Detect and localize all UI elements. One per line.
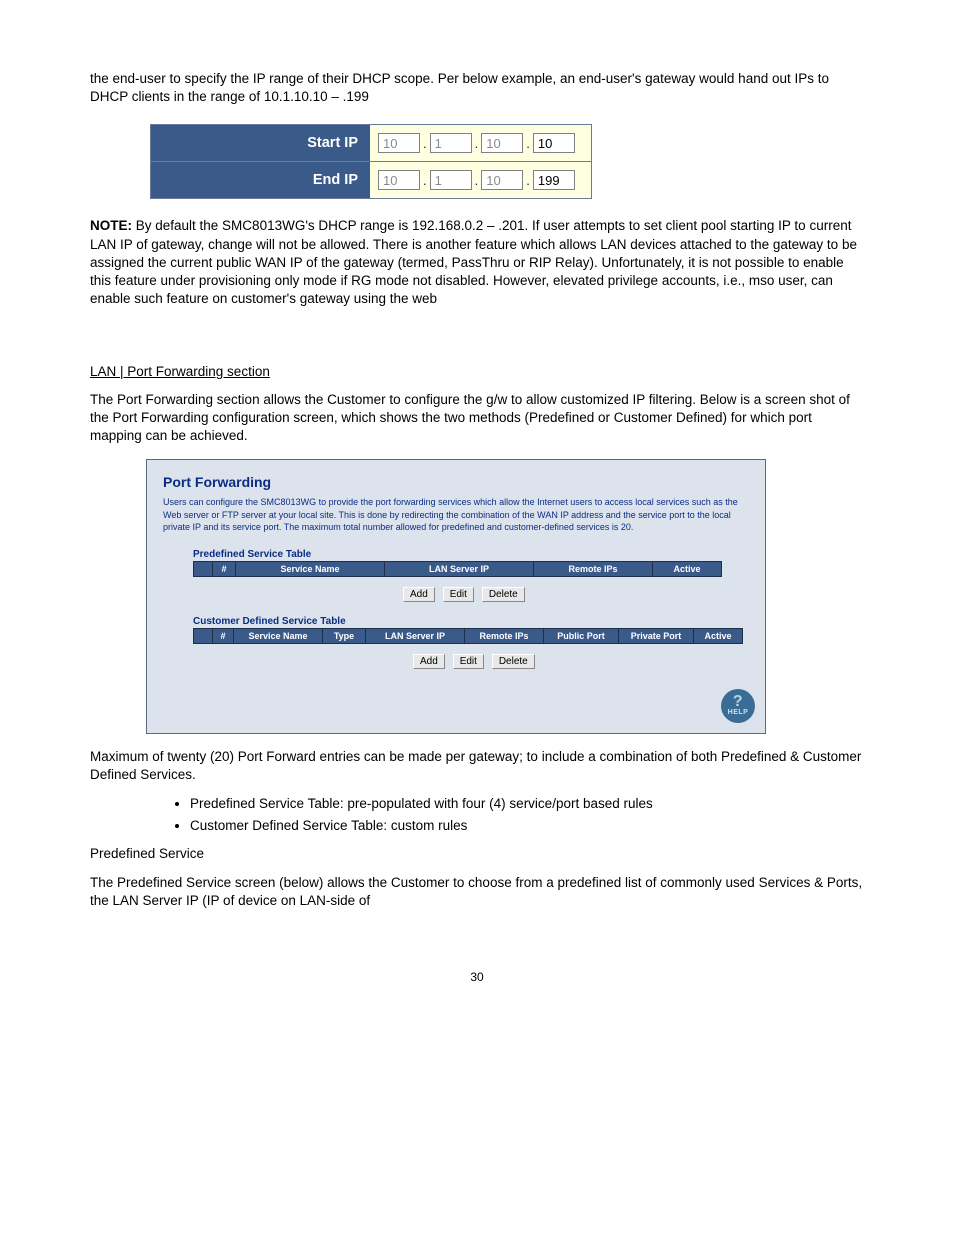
predefined-service-table: # Service Name LAN Server IP Remote IPs … <box>193 561 722 577</box>
ip-range-panel: Start IP . . . End IP . . . <box>150 124 592 199</box>
col-lan-server-ip: LAN Server IP <box>366 628 465 643</box>
predefined-heading: Predefined Service <box>90 845 864 863</box>
col-service-name: Service Name <box>236 561 385 576</box>
intro-paragraph: the end-user to specify the IP range of … <box>90 70 864 106</box>
page-number: 30 <box>90 970 864 984</box>
dot: . <box>421 136 429 151</box>
predefined-caption: Predefined Service Table <box>193 549 749 560</box>
start-ip-label: Start IP <box>151 125 370 161</box>
lan-section-heading: LAN | Port Forwarding section <box>90 363 864 381</box>
note-head: NOTE: <box>90 218 132 233</box>
dot: . <box>524 173 532 188</box>
col-remote-ips: Remote IPs <box>465 628 544 643</box>
help-icon: ? <box>733 695 743 709</box>
predef-delete-button[interactable]: Delete <box>482 587 525 602</box>
col-remote-ips: Remote IPs <box>534 561 653 576</box>
start-ip-octet-2[interactable] <box>430 133 472 153</box>
cust-delete-button[interactable]: Delete <box>492 654 535 669</box>
note-body: By default the SMC8013WG's DHCP range is… <box>90 218 857 306</box>
dot: . <box>473 136 481 151</box>
end-ip-fields: . . . <box>370 162 591 198</box>
start-ip-fields: . . . <box>370 125 591 161</box>
note-paragraph: NOTE: By default the SMC8013WG's DHCP ra… <box>90 217 864 308</box>
dot: . <box>524 136 532 151</box>
customer-buttons: Add Edit Delete <box>193 648 749 683</box>
cust-add-button[interactable]: Add <box>413 654 445 669</box>
predefined-buttons: Add Edit Delete <box>193 581 749 616</box>
col-type: Type <box>323 628 366 643</box>
col-service-name: Service Name <box>234 628 323 643</box>
start-ip-octet-4[interactable] <box>533 133 575 153</box>
start-ip-row: Start IP . . . <box>151 125 591 162</box>
end-ip-octet-3[interactable] <box>481 170 523 190</box>
end-ip-label: End IP <box>151 162 370 198</box>
end-ip-row: End IP . . . <box>151 162 591 198</box>
dot: . <box>421 173 429 188</box>
col-blank <box>194 561 213 576</box>
end-ip-octet-4[interactable] <box>533 170 575 190</box>
col-num: # <box>213 628 234 643</box>
col-active: Active <box>694 628 743 643</box>
predef-add-button[interactable]: Add <box>403 587 435 602</box>
help-label: HELP <box>728 709 749 716</box>
end-ip-octet-1[interactable] <box>378 170 420 190</box>
pf-description: Users can configure the SMC8013WG to pro… <box>163 496 749 532</box>
cust-edit-button[interactable]: Edit <box>453 654 484 669</box>
predefined-body: The Predefined Service screen (below) al… <box>90 874 864 910</box>
predef-edit-button[interactable]: Edit <box>443 587 474 602</box>
bullet-item: Predefined Service Table: pre-populated … <box>190 794 864 814</box>
start-ip-octet-3[interactable] <box>481 133 523 153</box>
port-forwarding-panel: Port Forwarding Users can configure the … <box>146 459 766 733</box>
bullet-list: Predefined Service Table: pre-populated … <box>190 794 864 835</box>
pf-intro-paragraph: The Port Forwarding section allows the C… <box>90 391 864 446</box>
col-public-port: Public Port <box>544 628 619 643</box>
bullet-item: Customer Defined Service Table: custom r… <box>190 816 864 836</box>
col-blank <box>194 628 213 643</box>
col-active: Active <box>653 561 722 576</box>
customer-caption: Customer Defined Service Table <box>193 616 749 627</box>
twenty-note: Maximum of twenty (20) Port Forward entr… <box>90 748 864 784</box>
help-button[interactable]: ? HELP <box>721 689 755 723</box>
customer-service-table: # Service Name Type LAN Server IP Remote… <box>193 628 743 644</box>
dot: . <box>473 173 481 188</box>
col-lan-server-ip: LAN Server IP <box>385 561 534 576</box>
pf-title: Port Forwarding <box>163 474 749 490</box>
start-ip-octet-1[interactable] <box>378 133 420 153</box>
end-ip-octet-2[interactable] <box>430 170 472 190</box>
col-private-port: Private Port <box>619 628 694 643</box>
col-num: # <box>213 561 236 576</box>
